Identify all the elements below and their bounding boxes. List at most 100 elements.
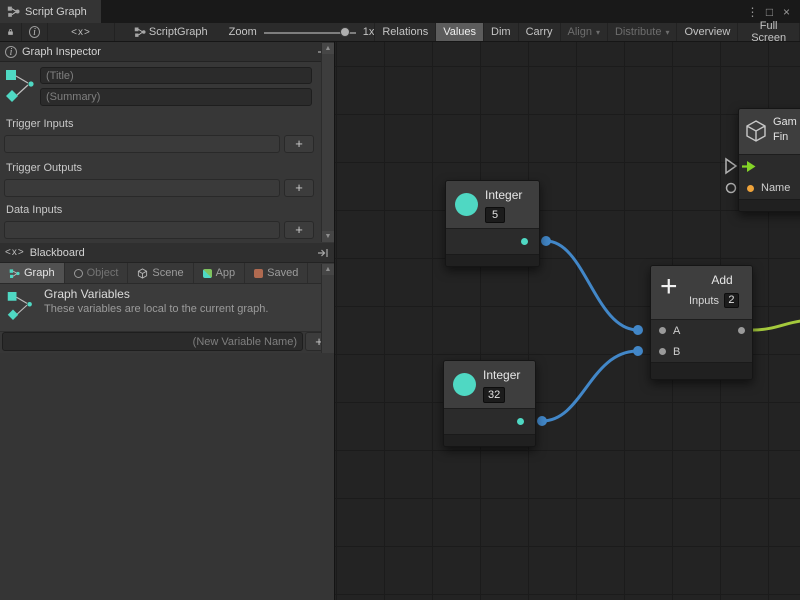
window-tab-script-graph[interactable]: Script Graph [0, 0, 101, 23]
node-header[interactable]: + Add Inputs 2 [651, 266, 752, 320]
input-port-icon[interactable] [659, 327, 666, 334]
relations-button[interactable]: Relations [375, 23, 436, 41]
port-bubble[interactable] [541, 236, 551, 246]
window-close-icon[interactable]: × [778, 5, 795, 19]
values-label: Values [443, 26, 476, 38]
node-header[interactable]: Integer 32 [444, 361, 535, 409]
string-port-icon[interactable] [747, 185, 754, 192]
zoom-slider-knob[interactable] [340, 27, 350, 37]
node-footer [446, 254, 539, 266]
name-port-label: Name [761, 182, 790, 194]
new-variable-input[interactable] [2, 332, 303, 351]
graph-canvas[interactable]: Integer 5 Integer 32 + Add [335, 42, 800, 600]
lock-icon[interactable] [0, 23, 22, 41]
tab-saved-label: Saved [267, 267, 298, 279]
add-icon: + [660, 271, 678, 303]
tab-graph[interactable]: Graph [0, 263, 65, 283]
zoom-label: Zoom [229, 26, 257, 38]
add-trigger-input-button[interactable]: + [284, 135, 314, 153]
port-bubble[interactable] [633, 325, 643, 335]
node-integer-5[interactable]: Integer 5 [445, 180, 540, 267]
blackboard-toggle-button[interactable]: <x> [48, 23, 115, 41]
graph-title-input[interactable] [40, 67, 312, 84]
scene-cube-icon [137, 268, 148, 279]
node-add[interactable]: + Add Inputs 2 A B [650, 265, 753, 380]
window-menu-icon[interactable]: ⋮ [744, 5, 761, 19]
node-footer [444, 434, 535, 446]
full-screen-label: Full Screen [745, 20, 792, 44]
sidebar: i Graph Inspector Trigger Inputs + Trigg… [0, 42, 335, 600]
node-port-row [444, 409, 535, 434]
node-title: Add [696, 273, 748, 287]
graph-variables-note: These variables are local to the current… [44, 303, 268, 315]
inspector-scrollbar[interactable]: ▲ ▼ [321, 43, 334, 242]
inspector-toggle-button[interactable]: i [22, 23, 48, 41]
distribute-button[interactable]: Distribute ▾ [608, 23, 677, 41]
inputs-count-field[interactable]: 2 [724, 293, 739, 308]
blackboard-header: <x> Blackboard [0, 243, 334, 263]
zoom-slider[interactable] [264, 23, 356, 42]
align-button[interactable]: Align ▾ [561, 23, 608, 41]
node-header[interactable]: Gam Fin [739, 109, 800, 155]
wire-add-output [753, 321, 800, 330]
values-button[interactable]: Values [436, 23, 484, 41]
gameobject-cube-icon [744, 119, 768, 143]
lock-glyph [7, 26, 14, 38]
graph-icon [134, 26, 146, 38]
flow-output-row [739, 155, 800, 177]
full-screen-button[interactable]: Full Screen [738, 23, 800, 41]
integer-value-field[interactable]: 5 [485, 207, 505, 223]
input-port-icon[interactable] [659, 348, 666, 355]
relations-label: Relations [382, 26, 428, 38]
overview-button[interactable]: Overview [677, 23, 738, 41]
overview-label: Overview [684, 26, 730, 38]
input-b-label: B [673, 346, 680, 358]
node-footer [651, 362, 752, 379]
trigger-inputs-list [4, 135, 280, 153]
node-header[interactable]: Integer 5 [446, 181, 539, 229]
dropdown-arrow-icon: ▾ [596, 28, 600, 37]
flow-input-port[interactable] [726, 159, 736, 173]
tab-scene[interactable]: Scene [128, 263, 193, 283]
trigger-outputs-label: Trigger Outputs [6, 162, 82, 174]
tab-graph-label: Graph [24, 267, 55, 279]
maximize-panel-icon[interactable] [317, 248, 329, 258]
node-integer-32[interactable]: Integer 32 [443, 360, 536, 447]
integer-icon [453, 373, 476, 396]
output-port-icon[interactable] [521, 238, 528, 245]
tab-object-label: Object [87, 267, 119, 279]
node-title: Integer [485, 188, 522, 202]
dim-button[interactable]: Dim [484, 23, 519, 41]
saved-icon [254, 269, 263, 278]
graph-summary-input[interactable] [40, 88, 312, 106]
name-input-row: Name [739, 177, 800, 199]
window-maximize-icon[interactable]: □ [761, 5, 778, 19]
graph-icon [9, 268, 20, 279]
dim-label: Dim [491, 26, 511, 38]
blackboard-tabs: Graph Object Scene App Saved [0, 263, 321, 284]
zoom-control: Zoom 1x [229, 23, 375, 41]
inputs-label: Inputs [689, 295, 719, 307]
graph-breadcrumb[interactable]: ScriptGraph [127, 23, 215, 41]
node-find-partial[interactable]: Gam Fin Name [738, 108, 800, 212]
info-icon: i [29, 26, 40, 38]
graph-toolbar: i <x> ScriptGraph Zoom 1x Relations Valu… [0, 23, 800, 42]
flow-arrow-icon[interactable] [742, 161, 756, 172]
port-bubble[interactable] [537, 416, 547, 426]
tab-object[interactable]: Object [65, 263, 129, 283]
port-bubble[interactable] [633, 346, 643, 356]
tab-saved[interactable]: Saved [245, 263, 308, 283]
tab-app[interactable]: App [194, 263, 246, 283]
scroll-up-icon[interactable]: ▲ [322, 264, 334, 275]
value-input-port[interactable] [727, 184, 736, 193]
output-port-icon[interactable] [738, 327, 745, 334]
node-port-row [446, 229, 539, 254]
output-port-icon[interactable] [517, 418, 524, 425]
add-trigger-output-button[interactable]: + [284, 179, 314, 197]
scroll-up-icon[interactable]: ▲ [322, 43, 334, 54]
scroll-down-icon[interactable]: ▼ [322, 231, 334, 242]
add-data-input-button[interactable]: + [284, 221, 314, 239]
carry-button[interactable]: Carry [519, 23, 561, 41]
integer-value-field[interactable]: 32 [483, 387, 505, 403]
distribute-label: Distribute [615, 26, 661, 38]
